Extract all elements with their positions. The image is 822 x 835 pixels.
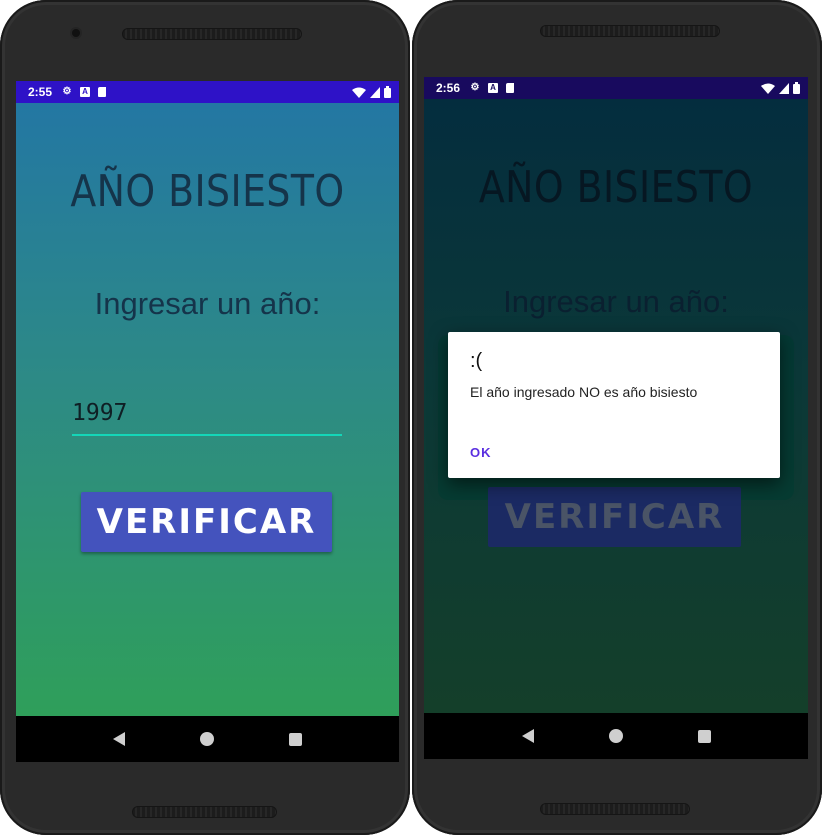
wifi-icon — [352, 87, 366, 98]
back-icon[interactable] — [521, 729, 534, 743]
gear-icon: ⚙ — [470, 82, 480, 93]
screen-right: 2:56 ⚙ A AÑO BISIESTO Ingresar un año: V… — [424, 77, 808, 759]
verify-button[interactable]: VERIFICAR — [81, 492, 332, 552]
status-bar: 2:56 ⚙ A — [424, 77, 808, 99]
signal-icon — [779, 82, 789, 94]
year-input[interactable]: 1997 — [72, 396, 342, 436]
home-icon[interactable] — [608, 729, 623, 743]
top-speaker — [122, 28, 302, 40]
app-content-dimmed: AÑO BISIESTO Ingresar un año: VERIFICAR … — [424, 99, 808, 713]
phone-frame-right: 2:56 ⚙ A AÑO BISIESTO Ingresar un año: V… — [412, 0, 822, 835]
app-content: AÑO BISIESTO Ingresar un año: 1997 VERIF… — [16, 103, 399, 716]
year-prompt-label: Ingresar un año: — [503, 284, 729, 319]
home-icon[interactable] — [199, 732, 214, 746]
gear-icon: ⚙ — [62, 86, 72, 97]
phone-frame-left: 2:55 ⚙ A AÑO BISIESTO Ingresar un año: 1… — [0, 0, 410, 835]
dialog-title: :( — [470, 350, 483, 372]
signal-icon — [370, 86, 380, 98]
sd-card-icon — [98, 87, 107, 97]
bottom-speaker — [132, 806, 277, 818]
sd-card-icon — [506, 83, 515, 93]
camera-icon — [72, 29, 80, 37]
dialog-message: El año ingresado NO es año bisiesto — [470, 384, 698, 400]
status-time: 2:56 — [436, 81, 461, 95]
app-title: AÑO BISIESTO — [70, 166, 345, 217]
recents-icon[interactable] — [697, 729, 711, 743]
top-speaker — [540, 25, 720, 37]
a-icon: A — [80, 87, 91, 97]
alert-dialog: :( El año ingresado NO es año bisiesto O… — [448, 332, 780, 478]
wifi-icon — [761, 83, 775, 94]
year-prompt-label: Ingresar un año: — [94, 286, 321, 321]
battery-icon — [384, 86, 391, 98]
recents-icon[interactable] — [288, 732, 302, 746]
back-icon[interactable] — [113, 732, 126, 746]
navigation-bar — [16, 716, 399, 762]
dialog-ok-button[interactable]: OK — [470, 445, 492, 460]
status-time: 2:55 — [28, 85, 53, 99]
battery-icon — [793, 82, 800, 94]
screen-left: 2:55 ⚙ A AÑO BISIESTO Ingresar un año: 1… — [16, 81, 399, 762]
navigation-bar — [424, 713, 808, 759]
a-icon: A — [488, 83, 499, 93]
status-bar: 2:55 ⚙ A — [16, 81, 399, 103]
bottom-speaker — [540, 803, 690, 815]
verify-button[interactable]: VERIFICAR — [488, 487, 741, 547]
app-title: AÑO BISIESTO — [478, 162, 754, 213]
